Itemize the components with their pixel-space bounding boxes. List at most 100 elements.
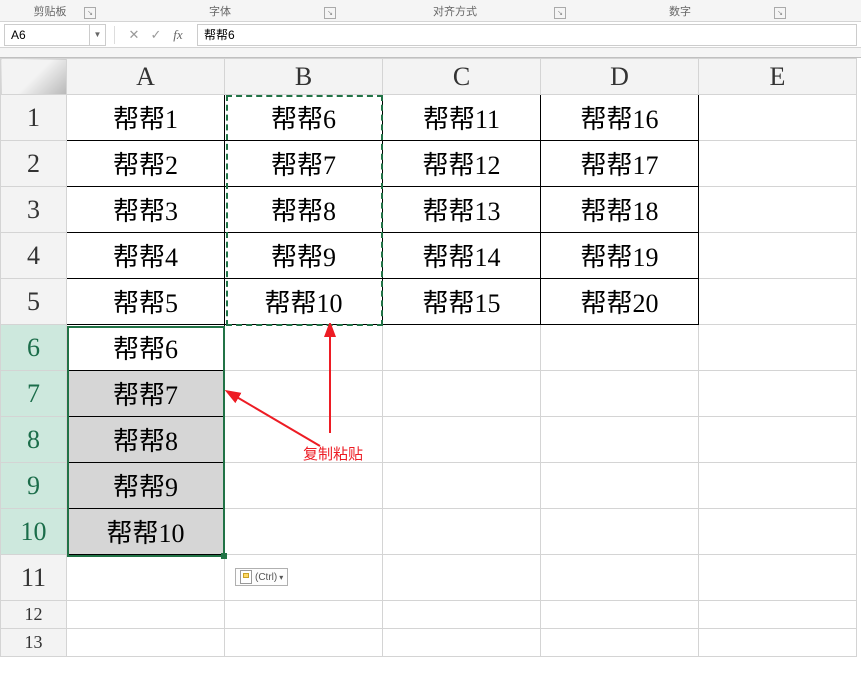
cell[interactable] — [67, 601, 225, 629]
cell[interactable] — [383, 555, 541, 601]
row-header[interactable]: 1 — [1, 95, 67, 141]
cell[interactable] — [225, 509, 383, 555]
cell[interactable] — [541, 629, 699, 657]
cell[interactable] — [699, 325, 857, 371]
cell[interactable] — [699, 233, 857, 279]
cell[interactable]: 帮帮8 — [225, 187, 383, 233]
confirm-icon[interactable]: ✓ — [145, 27, 167, 43]
row-header[interactable]: 4 — [1, 233, 67, 279]
cell[interactable]: 帮帮7 — [67, 371, 225, 417]
cell[interactable] — [225, 325, 383, 371]
divider — [114, 26, 115, 44]
name-box[interactable]: A6 — [4, 24, 90, 46]
cell[interactable] — [383, 371, 541, 417]
row-header[interactable]: 12 — [1, 601, 67, 629]
row-header[interactable]: 3 — [1, 187, 67, 233]
cell[interactable] — [225, 417, 383, 463]
row-header[interactable]: 2 — [1, 141, 67, 187]
cell[interactable] — [541, 555, 699, 601]
cell[interactable]: 帮帮7 — [225, 141, 383, 187]
col-header-D[interactable]: D — [541, 59, 699, 95]
col-header-A[interactable]: A — [67, 59, 225, 95]
cell[interactable] — [383, 601, 541, 629]
cell[interactable]: 帮帮4 — [67, 233, 225, 279]
cell[interactable]: 帮帮9 — [225, 233, 383, 279]
cell[interactable]: 帮帮17 — [541, 141, 699, 187]
col-header-E[interactable]: E — [699, 59, 857, 95]
cell[interactable]: 帮帮9 — [67, 463, 225, 509]
cell[interactable] — [699, 509, 857, 555]
cell[interactable] — [383, 325, 541, 371]
row-header[interactable]: 9 — [1, 463, 67, 509]
cell[interactable] — [541, 509, 699, 555]
cell[interactable] — [699, 279, 857, 325]
cell[interactable]: 帮帮14 — [383, 233, 541, 279]
cell[interactable]: 帮帮3 — [67, 187, 225, 233]
cell[interactable]: 帮帮13 — [383, 187, 541, 233]
cell[interactable]: 帮帮2 — [67, 141, 225, 187]
cell[interactable] — [699, 629, 857, 657]
cell[interactable] — [225, 371, 383, 417]
select-all-corner[interactable] — [1, 59, 67, 95]
cell[interactable]: 帮帮6 — [67, 325, 225, 371]
cell[interactable]: 帮帮11 — [383, 95, 541, 141]
cell[interactable]: 帮帮10 — [67, 509, 225, 555]
cell[interactable] — [541, 325, 699, 371]
row-header[interactable]: 6 — [1, 325, 67, 371]
ribbon-group-font: 字体 — [100, 0, 340, 21]
cell[interactable] — [699, 187, 857, 233]
cell[interactable] — [541, 463, 699, 509]
cell[interactable]: 帮帮20 — [541, 279, 699, 325]
spreadsheet-grid[interactable]: A B C D E 1 帮帮1 帮帮6 帮帮11 帮帮16 2 帮帮2 帮帮7 … — [0, 58, 861, 657]
ribbon-group-labels: 剪贴板 字体 对齐方式 数字 — [0, 0, 861, 22]
dialog-launcher-icon[interactable] — [554, 7, 566, 19]
name-box-dropdown-icon[interactable]: ▼ — [90, 24, 106, 46]
paste-options-button[interactable]: (Ctrl) ▾ — [235, 568, 288, 586]
cell[interactable] — [699, 95, 857, 141]
cell[interactable]: 帮帮16 — [541, 95, 699, 141]
cell[interactable] — [67, 555, 225, 601]
cell[interactable]: 帮帮8 — [67, 417, 225, 463]
cell[interactable]: 帮帮1 — [67, 95, 225, 141]
cell[interactable] — [225, 629, 383, 657]
cell[interactable]: 帮帮19 — [541, 233, 699, 279]
cell[interactable]: 帮帮5 — [67, 279, 225, 325]
cell[interactable] — [699, 141, 857, 187]
cell[interactable]: 帮帮12 — [383, 141, 541, 187]
cell[interactable]: 帮帮10 — [225, 279, 383, 325]
cell[interactable] — [67, 629, 225, 657]
cell[interactable]: 帮帮18 — [541, 187, 699, 233]
cell[interactable] — [699, 371, 857, 417]
row-header[interactable]: 13 — [1, 629, 67, 657]
col-header-B[interactable]: B — [225, 59, 383, 95]
cell[interactable] — [225, 463, 383, 509]
dialog-launcher-icon[interactable] — [84, 7, 96, 19]
cell[interactable]: 帮帮6 — [225, 95, 383, 141]
row-header[interactable]: 7 — [1, 371, 67, 417]
col-header-C[interactable]: C — [383, 59, 541, 95]
cell[interactable] — [383, 463, 541, 509]
dialog-launcher-icon[interactable] — [774, 7, 786, 19]
row-header[interactable]: 11 — [1, 555, 67, 601]
cell[interactable] — [383, 417, 541, 463]
cell[interactable] — [541, 371, 699, 417]
ribbon-group-alignment: 对齐方式 — [340, 0, 570, 21]
cell[interactable]: 帮帮15 — [383, 279, 541, 325]
fx-icon[interactable]: fx — [167, 27, 189, 43]
cell[interactable] — [699, 601, 857, 629]
cancel-icon[interactable]: ✕ — [123, 27, 145, 43]
cell[interactable] — [383, 509, 541, 555]
cell[interactable] — [383, 629, 541, 657]
cell[interactable] — [699, 463, 857, 509]
cell[interactable] — [699, 555, 857, 601]
row-header[interactable]: 8 — [1, 417, 67, 463]
cell[interactable] — [541, 601, 699, 629]
ribbon-group-clipboard: 剪贴板 — [0, 0, 100, 21]
cell[interactable] — [225, 601, 383, 629]
dialog-launcher-icon[interactable] — [324, 7, 336, 19]
formula-input[interactable]: 帮帮6 — [197, 24, 857, 46]
row-header[interactable]: 10 — [1, 509, 67, 555]
cell[interactable] — [541, 417, 699, 463]
cell[interactable] — [699, 417, 857, 463]
row-header[interactable]: 5 — [1, 279, 67, 325]
